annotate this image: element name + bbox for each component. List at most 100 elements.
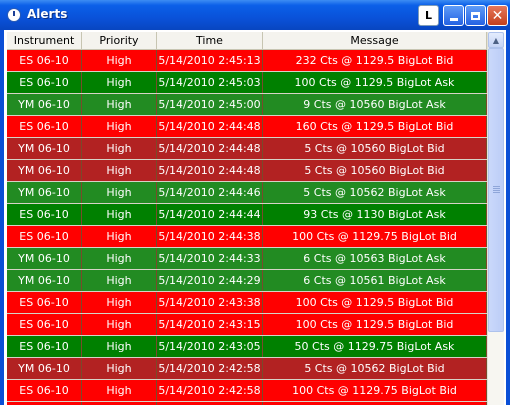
- table-row[interactable]: YM 06-10 High 5/14/2010 2:45:00 9 Cts @ 105…: [7, 94, 487, 116]
- cell-priority: High: [82, 226, 157, 247]
- cell-instrument: YM 06-10: [7, 94, 82, 115]
- cell-instrument: YM 06-10: [7, 358, 82, 379]
- cell-message: 50 Cts @ 1129.75 BigLot Ask: [263, 336, 487, 357]
- table-row[interactable]: YM 06-10 High 5/14/2010 2:44:33 6 Cts @ 105…: [7, 248, 487, 270]
- cell-instrument: ES 06-10: [7, 336, 82, 357]
- column-header-priority[interactable]: Priority: [82, 32, 157, 49]
- cell-priority: High: [82, 94, 157, 115]
- cell-time: 5/14/2010 2:45:13: [157, 50, 263, 71]
- cell-time: 5/14/2010 2:44:38: [157, 226, 263, 247]
- grip-line: [493, 190, 500, 191]
- grip-line: [493, 192, 500, 193]
- table-row[interactable]: ES 06-10 High 5/14/2010 2:44:38 100 Cts @ 1…: [7, 226, 487, 248]
- cell-time: 5/14/2010 2:44:44: [157, 204, 263, 225]
- cell-priority: High: [82, 292, 157, 313]
- cell-instrument: YM 06-10: [7, 160, 82, 181]
- cell-priority: High: [82, 270, 157, 291]
- cell-message: 5 Cts @ 10562 BigLot Ask: [263, 182, 487, 203]
- minimize-icon: [449, 18, 458, 21]
- window-title: Alerts: [27, 7, 68, 21]
- column-header-instrument[interactable]: Instrument: [7, 32, 82, 49]
- cell-priority: High: [82, 182, 157, 203]
- table-row[interactable]: ES 06-10 High 5/14/2010 2:45:03 100 Cts @ 1…: [7, 72, 487, 94]
- cell-instrument: YM 06-10: [7, 138, 82, 159]
- cell-instrument: ES 06-10: [7, 380, 82, 401]
- cell-instrument: ES 06-10: [7, 116, 82, 137]
- table-row[interactable]: ES 06-10 High 5/14/2010 2:44:44 93 Cts @ 11…: [7, 204, 487, 226]
- cell-time: 5/14/2010 2:44:29: [157, 270, 263, 291]
- minimize-button[interactable]: [443, 5, 464, 26]
- cell-time: 5/14/2010 2:43:05: [157, 336, 263, 357]
- cell-message: 6 Cts @ 10563 BigLot Ask: [263, 248, 487, 269]
- close-button[interactable]: ✕: [487, 5, 508, 26]
- table-row[interactable]: YM 06-10 High 5/14/2010 2:42:58 5 Cts @ 105…: [7, 358, 487, 380]
- cell-time: 5/14/2010 2:42:58: [157, 358, 263, 379]
- scroll-up-button[interactable]: ▲: [488, 32, 504, 48]
- cell-message: 5 Cts @ 10560 BigLot Bid: [263, 138, 487, 159]
- cell-instrument: ES 06-10: [7, 72, 82, 93]
- cell-instrument: ES 06-10: [7, 226, 82, 247]
- cell-message: 160 Cts @ 1129.5 BigLot Bid: [263, 116, 487, 137]
- cell-time: 5/14/2010 2:44:48: [157, 138, 263, 159]
- table-row[interactable]: ES 06-10 High 5/14/2010 2:43:15 100 Cts @ 1…: [7, 314, 487, 336]
- cell-message: 100 Cts @ 1129.75 BigLot Bid: [263, 226, 487, 247]
- maximize-icon: [471, 11, 480, 20]
- cell-instrument: ES 06-10: [7, 292, 82, 313]
- cell-instrument: ES 06-10: [7, 314, 82, 335]
- cell-priority: High: [82, 160, 157, 181]
- table-row[interactable]: ES 06-10 High 5/14/2010 2:43:05 50 Cts @ 11…: [7, 336, 487, 358]
- cell-message: 100 Cts @ 1129.5 BigLot Bid: [263, 292, 487, 313]
- cell-priority: High: [82, 336, 157, 357]
- table-row[interactable]: ES 06-10 High 5/14/2010 2:44:48 160 Cts @ 1…: [7, 116, 487, 138]
- cell-priority: High: [82, 204, 157, 225]
- cell-time: 5/14/2010 2:44:48: [157, 116, 263, 137]
- grip-line: [493, 188, 500, 189]
- cell-message: 100 Cts @ 1129.5 BigLot Bid: [263, 314, 487, 335]
- vertical-scrollbar[interactable]: ▲: [487, 32, 504, 405]
- cell-message: 5 Cts @ 10560 BigLot Bid: [263, 160, 487, 181]
- cell-instrument: YM 06-10: [7, 182, 82, 203]
- cell-time: 5/14/2010 2:45:03: [157, 72, 263, 93]
- cell-priority: High: [82, 380, 157, 401]
- table-row[interactable]: ES 06-10 High 5/14/2010 2:43:38 100 Cts @ 1…: [7, 292, 487, 314]
- cell-message: 100 Cts @ 1129.75 BigLot Bid: [263, 380, 487, 401]
- cell-time: 5/14/2010 2:44:46: [157, 182, 263, 203]
- cell-time: 5/14/2010 2:43:38: [157, 292, 263, 313]
- cell-message: 232 Cts @ 1129.5 BigLot Bid: [263, 50, 487, 71]
- column-header-time[interactable]: Time: [157, 32, 263, 49]
- cell-priority: High: [82, 358, 157, 379]
- table-row[interactable]: ES 06-10 High 5/14/2010 2:45:13 232 Cts @ 1…: [7, 50, 487, 72]
- table-row[interactable]: YM 06-10 High 5/14/2010 2:44:48 5 Cts @ 105…: [7, 138, 487, 160]
- cell-message: 5 Cts @ 10562 BigLot Bid: [263, 358, 487, 379]
- column-header-message[interactable]: Message: [263, 32, 487, 49]
- cell-priority: High: [82, 50, 157, 71]
- grid-body: ES 06-10 High 5/14/2010 2:45:13 232 Cts @ 1…: [7, 50, 487, 405]
- link-button[interactable]: L: [418, 5, 439, 26]
- grid-header: Instrument Priority Time Message: [7, 32, 487, 50]
- cell-instrument: YM 06-10: [7, 270, 82, 291]
- cell-priority: High: [82, 138, 157, 159]
- table-row[interactable]: YM 06-10 High 5/14/2010 2:44:29 6 Cts @ 105…: [7, 270, 487, 292]
- cell-message: 9 Cts @ 10560 BigLot Ask: [263, 94, 487, 115]
- cell-priority: High: [82, 72, 157, 93]
- cell-time: 5/14/2010 2:45:00: [157, 94, 263, 115]
- close-icon: ✕: [491, 7, 504, 24]
- scrollbar-thumb[interactable]: [488, 48, 504, 332]
- cell-instrument: YM 06-10: [7, 248, 82, 269]
- cell-instrument: ES 06-10: [7, 50, 82, 71]
- title-bar[interactable]: Alerts L ✕: [0, 0, 510, 30]
- cell-time: 5/14/2010 2:43:15: [157, 314, 263, 335]
- chevron-up-icon: ▲: [492, 35, 500, 45]
- grip-line: [493, 186, 500, 187]
- cell-priority: High: [82, 116, 157, 137]
- cell-message: 6 Cts @ 10561 BigLot Ask: [263, 270, 487, 291]
- clock-icon[interactable]: [7, 8, 21, 22]
- table-row[interactable]: ES 06-10High5/14/2010 2:42:58100 Cts @ 1…: [7, 380, 487, 402]
- alerts-panel: Instrument Priority Time Message ES 06-1…: [4, 30, 506, 405]
- maximize-button[interactable]: [465, 5, 486, 26]
- cell-priority: High: [82, 314, 157, 335]
- table-row[interactable]: YM 06-10 High 5/14/2010 2:44:48 5 Cts @ 105…: [7, 160, 487, 182]
- table-row[interactable]: YM 06-10 High 5/14/2010 2:44:46 5 Cts @ 105…: [7, 182, 487, 204]
- cell-time: 5/14/2010 2:44:48: [157, 160, 263, 181]
- cell-priority: High: [82, 248, 157, 269]
